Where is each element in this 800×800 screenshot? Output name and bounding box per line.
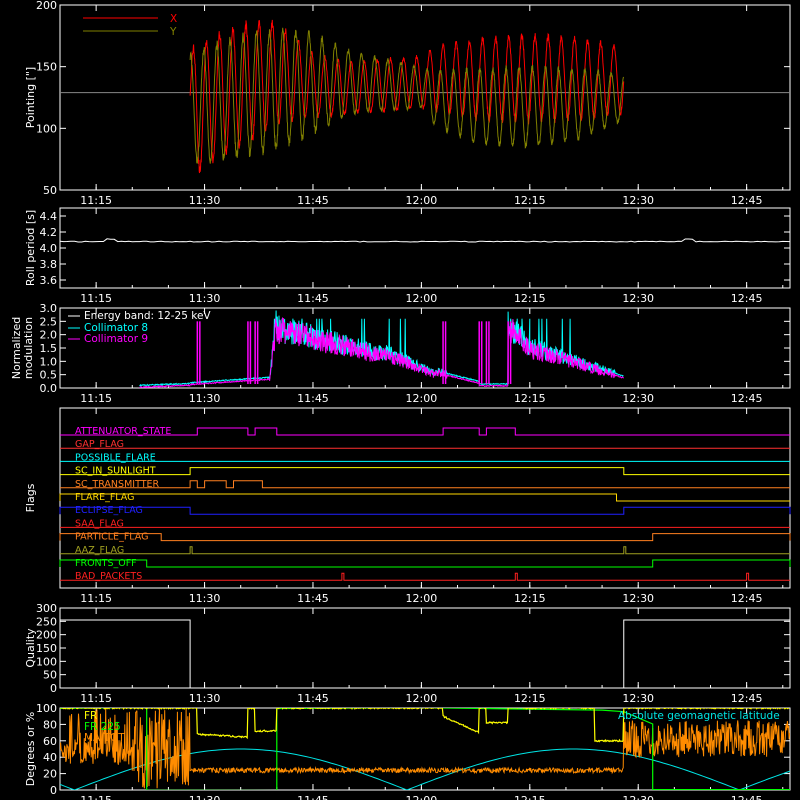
quality-ytick-label: 150 [36,642,57,655]
pointing-legend-label: X [170,13,177,25]
degrees-xtick-label: 12:00 [406,794,438,800]
quality-ytick-label: 300 [36,602,57,615]
flag-label: SC_IN_SUNLIGHT [75,466,156,477]
pointing-ylabel: Pointing ["] [24,67,37,128]
degrees-legend-label: Absolute geomagnetic latitude [618,710,780,722]
quality-xtick-label: 11:30 [189,692,221,705]
degrees-xtick-label: 12:30 [622,794,654,800]
quality-xtick-label: 11:45 [297,692,329,705]
degrees-legend-label: MA TOT [84,732,125,744]
roll-ytick-label: 3.6 [40,274,58,287]
roll-xtick-label: 12:15 [514,292,546,305]
modulation-ytick-label: 2.5 [40,315,58,328]
quality-ytick-label: 200 [36,629,57,642]
flag-label: FRONTS_OFF [75,558,137,569]
roll-xtick-label: 12:30 [622,292,654,305]
modulation-ylabel: Normalizedmodulation [10,317,35,379]
degrees-xtick-label: 11:30 [189,794,221,800]
pointing-xtick-label: 12:30 [622,194,654,207]
flag-label: SC_TRANSMITTER [75,479,160,490]
modulation-annotation: Energy band: 12-25 keV [84,310,211,322]
modulation-legend-label: Collimator 9 [84,333,148,345]
roll-xtick-label: 12:45 [731,292,763,305]
degrees-ytick-label: 40 [43,751,57,764]
modulation-xtick-label: 12:00 [406,392,438,405]
quality-xtick-label: 12:00 [406,692,438,705]
modulation-ytick-label: 0.5 [40,369,58,382]
flag-label: ECLIPSE_FLAG [75,505,143,516]
pointing-ytick-label: 50 [43,184,57,197]
degrees-ytick-label: 20 [43,768,57,781]
flags-xtick-label: 11:15 [80,592,112,605]
roll-xtick-label: 11:30 [189,292,221,305]
degrees-xtick-label: 12:15 [514,794,546,800]
flags-xtick-label: 11:30 [189,592,221,605]
modulation-ylabel-line: modulation [22,317,35,379]
flag-label: POSSIBLE_FLARE [75,452,156,463]
modulation-ytick-label: 1.5 [40,342,58,355]
flag-label: GAP_FLAG [75,439,124,450]
background [0,0,800,800]
roll-ytick-label: 4.4 [40,210,58,223]
flags-xtick-label: 12:15 [514,592,546,605]
roll-xtick-label: 12:00 [406,292,438,305]
modulation-ytick-label: 2.0 [40,329,58,342]
flags-ylabel: Flags [24,483,37,512]
roll-ytick-label: 4.2 [40,226,58,239]
degrees-xtick-label: 11:45 [297,794,329,800]
roll-ylabel: Roll period [s] [24,210,37,286]
roll-xtick-label: 11:45 [297,292,329,305]
degrees-xtick-label: 12:45 [731,794,763,800]
quality-ytick-label: 0 [50,682,57,695]
multi-panel-chart: 11:15 11:30 11:45 12:00 12:15 12:30 12:4550100… [0,0,800,800]
pointing-xtick-label: 12:00 [406,194,438,207]
quality-xtick-label: 12:30 [622,692,654,705]
degrees-ytick-label: 60 [43,735,57,748]
flags-xtick-label: 12:30 [622,592,654,605]
quality-ytick-label: 250 [36,615,57,628]
modulation-xtick-label: 11:30 [189,392,221,405]
quality-xtick-label: 11:15 [80,692,112,705]
pointing-xtick-label: 12:15 [514,194,546,207]
pointing-xtick-label: 11:30 [189,194,221,207]
modulation-ytick-label: 1.0 [40,355,58,368]
modulation-xtick-label: 11:15 [80,392,112,405]
modulation-xtick-label: 11:45 [297,392,329,405]
modulation-xtick-label: 12:45 [731,392,763,405]
pointing-xtick-label: 12:45 [731,194,763,207]
modulation-xtick-label: 12:15 [514,392,546,405]
degrees-ytick-label: 0 [50,784,57,797]
quality-ylabel: Quality [24,628,37,668]
modulation-xtick-label: 12:30 [622,392,654,405]
flag-label: PARTICLE_FLAG [75,532,148,543]
quality-ytick-label: 50 [43,669,57,682]
flag-label: ATTENUATOR_STATE [75,426,171,437]
degrees-ytick-label: 80 [43,718,57,731]
flag-label: FLARE_FLAG [75,492,135,503]
flags-xtick-label: 11:45 [297,592,329,605]
quality-xtick-label: 12:15 [514,692,546,705]
flags-xtick-label: 12:00 [406,592,438,605]
pointing-ytick-label: 200 [36,0,57,12]
pointing-xtick-label: 11:45 [297,194,329,207]
flag-label: BAD_PACKETS [75,571,142,582]
pointing-legend-label: Y [169,26,177,38]
roll-ytick-label: 3.8 [40,258,58,271]
degrees-ytick-label: 100 [36,702,57,715]
modulation-ytick-label: 0.0 [40,382,58,395]
quality-ytick-label: 100 [36,655,57,668]
roll-xtick-label: 11:15 [80,292,112,305]
pointing-xtick-label: 11:15 [80,194,112,207]
degrees-xtick-label: 11:15 [80,794,112,800]
pointing-ytick-label: 150 [36,61,57,74]
flags-xtick-label: 12:45 [731,592,763,605]
degrees-ylabel: Degrees or % [24,712,37,786]
flag-label: SAA_FLAG [75,518,124,529]
modulation-ytick-label: 3.0 [40,302,58,315]
flag-label: AAZ_FLAG [75,545,124,556]
quality-xtick-label: 12:45 [731,692,763,705]
roll-ytick-label: 4.0 [40,242,58,255]
pointing-ytick-label: 100 [36,122,57,135]
